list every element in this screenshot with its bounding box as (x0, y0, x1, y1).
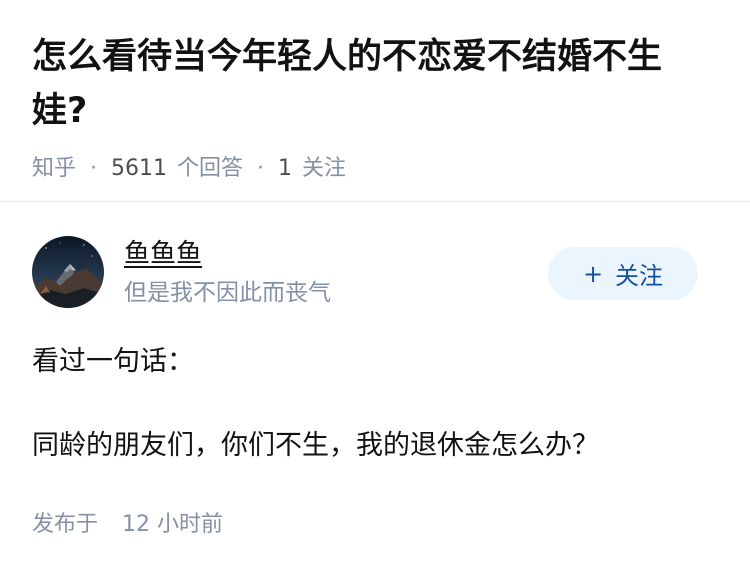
question-header: 怎么看待当今年轻人的不恋爱不结婚不生娃? 知乎 · 5611 个回答 · 1 关… (0, 0, 750, 202)
answer-paragraph: 看过一句话： (32, 346, 194, 377)
follower-count[interactable]: 1 (278, 154, 292, 184)
answer-paragraph: 同龄的朋友们，你们不生，我的退休金怎么办？ (32, 430, 599, 461)
follow-button[interactable]: + 关注 (548, 247, 698, 300)
follow-button-label: 关注 (615, 262, 664, 290)
question-meta: 知乎 · 5611 个回答 · 1 关注 (32, 154, 718, 184)
meta-separator: · (90, 156, 98, 181)
mountain-night-avatar-icon (32, 236, 104, 308)
publish-time-value: 12 小时前 (122, 512, 224, 537)
answer-page: 怎么看待当今年轻人的不恋爱不结婚不生娃? 知乎 · 5611 个回答 · 1 关… (0, 0, 750, 574)
publish-time: 发布于 12 小时前 (32, 510, 718, 540)
author-name[interactable]: 鱼鱼鱼 (124, 236, 202, 272)
answer-card: 鱼鱼鱼 但是我不因此而丧气 + 关注 看过一句话： 同龄的朋友们，你们不生，我的… (0, 202, 750, 540)
meta-separator: · (257, 156, 265, 181)
question-title[interactable]: 怎么看待当今年轻人的不恋爱不结婚不生娃? (32, 30, 712, 138)
plus-icon: + (582, 259, 604, 288)
author-info: 鱼鱼鱼 但是我不因此而丧气 + 关注 (32, 202, 718, 342)
follower-count-label[interactable]: 关注 (302, 154, 346, 184)
answer-count-label[interactable]: 个回答 (177, 154, 243, 184)
source-label[interactable]: 知乎 (32, 154, 76, 184)
answer-count[interactable]: 5611 (111, 154, 167, 184)
publish-label: 发布于 (32, 512, 99, 537)
author-bio: 但是我不因此而丧气 (124, 280, 331, 306)
avatar[interactable] (32, 236, 104, 308)
answer-content: 看过一句话： 同龄的朋友们，你们不生，我的退休金怎么办？ (32, 342, 718, 466)
